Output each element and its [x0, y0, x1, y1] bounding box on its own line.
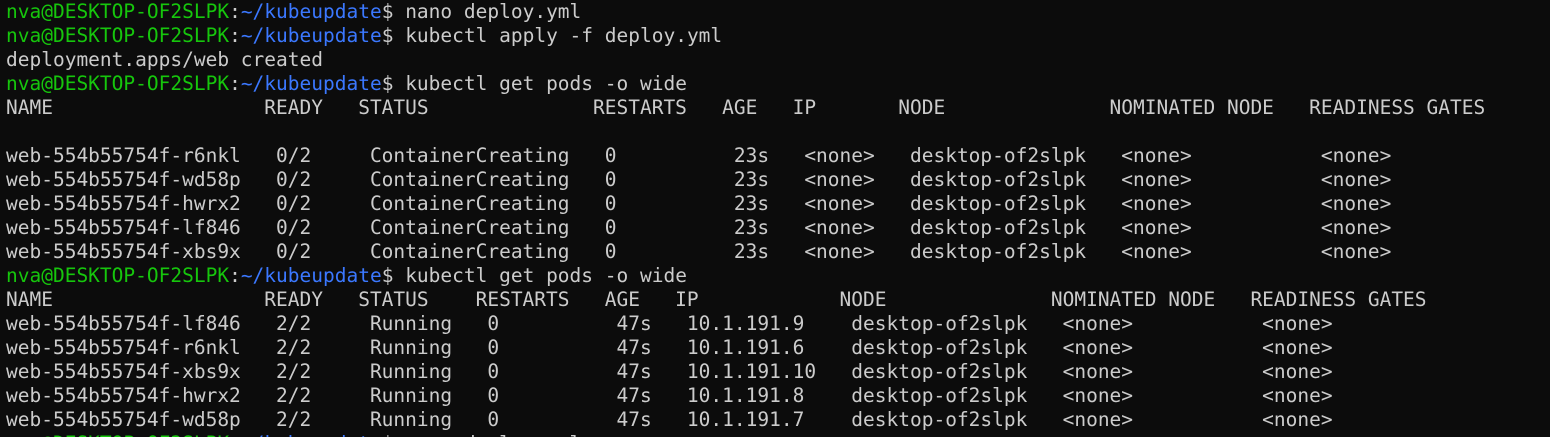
output-line: NAME READY STATUS RESTARTS AGE IP NODE N… — [6, 96, 1486, 119]
output-line: web-554b55754f-xbs9x 0/2 ContainerCreati… — [6, 240, 1392, 263]
prompt-line: nva@DESKTOP-OF2SLPK:~/kubeupdate$ kubect… — [6, 264, 1550, 288]
prompt-symbol: $ — [381, 264, 406, 287]
command-text: kubectl apply -f deploy.yml — [405, 24, 723, 47]
prompt-separator: : — [229, 264, 241, 287]
output-line: web-554b55754f-wd58p 0/2 ContainerCreati… — [6, 168, 1392, 191]
prompt-path: ~/kubeupdate — [240, 0, 382, 23]
command-text: nano deploy.yml — [405, 432, 581, 437]
prompt-separator: : — [229, 72, 241, 95]
output-line: web-554b55754f-r6nkl 2/2 Running 0 47s 1… — [6, 336, 1333, 359]
prompt-line: nva@DESKTOP-OF2SLPK:~/kubeupdate$ kubect… — [6, 24, 1550, 48]
prompt-symbol: $ — [381, 72, 406, 95]
prompt-user: nva@DESKTOP-OF2SLPK — [6, 264, 230, 287]
prompt-line: nva@DESKTOP-OF2SLPK:~/kubeupdate$ kubect… — [6, 72, 1550, 96]
prompt-path: ~/kubeupdate — [240, 72, 382, 95]
prompt-user: nva@DESKTOP-OF2SLPK — [6, 72, 230, 95]
output-line: web-554b55754f-hwrx2 0/2 ContainerCreati… — [6, 192, 1392, 215]
output-line: web-554b55754f-r6nkl 0/2 ContainerCreati… — [6, 144, 1392, 167]
prompt-symbol: $ — [381, 0, 406, 23]
output-line: web-554b55754f-xbs9x 2/2 Running 0 47s 1… — [6, 360, 1333, 383]
prompt-path: ~/kubeupdate — [240, 24, 382, 47]
prompt-path: ~/kubeupdate — [240, 264, 382, 287]
prompt-symbol: $ — [382, 432, 405, 437]
prompt-line: nva@DESKTOP-OF2SLPK:~/kubeupdate$ nano d… — [6, 432, 1550, 437]
output-line: NAME READY STATUS RESTARTS AGE IP NODE N… — [6, 288, 1427, 311]
prompt-user: nva@DESKTOP-OF2SLPK — [6, 0, 230, 23]
output-line: web-554b55754f-wd58p 2/2 Running 0 47s 1… — [6, 408, 1333, 431]
prompt-line: nva@DESKTOP-OF2SLPK:~/kubeupdate$ nano d… — [6, 0, 1550, 24]
terminal-output[interactable]: nva@DESKTOP-OF2SLPK:~/kubeupdate$ nano d… — [6, 0, 1550, 437]
output-line: web-554b55754f-lf846 0/2 ContainerCreati… — [6, 216, 1392, 239]
output-line: web-554b55754f-hwrx2 2/2 Running 0 47s 1… — [6, 384, 1333, 407]
output-line: web-554b55754f-lf846 2/2 Running 0 47s 1… — [6, 312, 1333, 335]
prompt-separator: : — [229, 0, 241, 23]
output-line: deployment.apps/web created — [6, 48, 323, 71]
prompt-user: nva@DESKTOP-OF2SLPK — [6, 432, 229, 437]
prompt-separator: : — [229, 432, 241, 437]
prompt-user: nva@DESKTOP-OF2SLPK — [6, 24, 230, 47]
prompt-separator: : — [229, 24, 241, 47]
prompt-symbol: $ — [381, 24, 406, 47]
command-text: kubectl get pods -o wide — [405, 264, 687, 287]
prompt-path: ~/kubeupdate — [241, 432, 382, 437]
command-text: kubectl get pods -o wide — [405, 72, 687, 95]
command-text: nano deploy.yml — [405, 0, 582, 23]
